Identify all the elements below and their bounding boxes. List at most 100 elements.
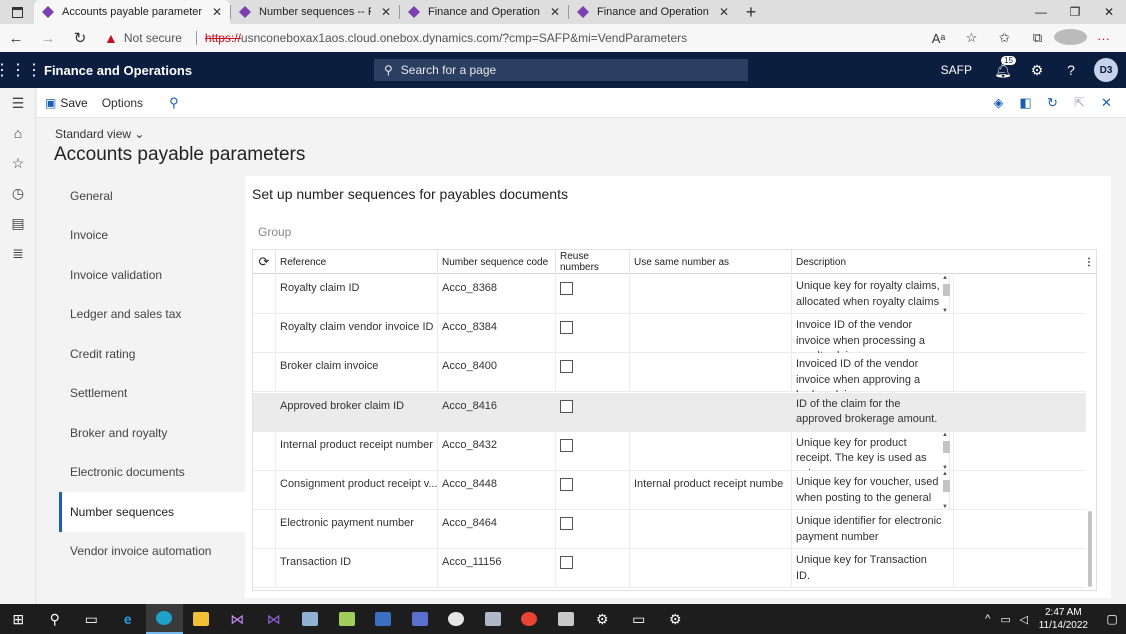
scroll-thumb[interactable] bbox=[943, 480, 950, 492]
maximize-icon[interactable]: ❐ bbox=[1058, 0, 1092, 24]
action-search-icon[interactable]: ⚲ bbox=[169, 95, 179, 111]
scroll-up-icon[interactable]: ▲ bbox=[942, 275, 948, 281]
cell-description[interactable]: ID of the claim for the approved brokera… bbox=[792, 392, 954, 432]
new-tab-button[interactable]: + bbox=[737, 0, 765, 24]
browser-tab[interactable]: Number sequences -- Finance ar ✕ bbox=[231, 0, 399, 24]
column-header-code[interactable]: Number sequence code bbox=[438, 250, 556, 274]
clock[interactable]: 2:47 AM 11/14/2022 bbox=[1039, 606, 1088, 632]
row-selector[interactable] bbox=[253, 275, 276, 314]
printer-icon[interactable] bbox=[548, 604, 585, 634]
cell-same-as[interactable] bbox=[630, 549, 792, 589]
task-view-icon[interactable]: ▭ bbox=[73, 604, 110, 634]
table-row[interactable]: Royalty claim vendor invoice ID Acco_8384… bbox=[253, 314, 1086, 354]
notifications-icon[interactable]: 🔔︎ 15 bbox=[986, 55, 1020, 79]
save-button[interactable]: ▣ Save bbox=[45, 96, 88, 110]
document-app-icon[interactable] bbox=[475, 604, 512, 634]
vtab-credit-rating[interactable]: Credit rating bbox=[59, 334, 245, 374]
cell-same-as[interactable] bbox=[630, 431, 792, 471]
clock-app-icon[interactable] bbox=[438, 604, 475, 634]
cell-reference[interactable]: Royalty claim ID bbox=[276, 275, 438, 314]
taskbar-search-icon[interactable]: ⚲ bbox=[37, 604, 74, 634]
reuse-numbers-checkbox[interactable] bbox=[560, 517, 573, 531]
company-picker[interactable]: SAFP bbox=[941, 63, 972, 77]
table-row[interactable]: Broker claim invoice Acco_8400 Invoiced ID… bbox=[253, 353, 1086, 393]
volume-icon[interactable]: ◁ bbox=[1015, 613, 1033, 626]
reuse-numbers-checkbox[interactable] bbox=[560, 438, 573, 452]
view-selector[interactable]: Standard view ⌄ bbox=[55, 127, 144, 141]
column-header-same-as[interactable]: Use same number as bbox=[630, 250, 792, 274]
close-window-icon[interactable]: ✕ bbox=[1092, 0, 1126, 24]
cell-sequence-code[interactable]: Acco_8432 bbox=[438, 431, 556, 471]
cell-sequence-code[interactable]: Acco_8448 bbox=[438, 471, 556, 510]
minimize-icon[interactable]: — bbox=[1024, 0, 1058, 24]
row-selector[interactable] bbox=[253, 431, 276, 471]
vtab-settlement[interactable]: Settlement bbox=[59, 374, 245, 414]
column-header-reuse[interactable]: Reuse numbers bbox=[556, 250, 630, 274]
notepad-icon[interactable] bbox=[329, 604, 366, 634]
cell-sequence-code[interactable]: Acco_8464 bbox=[438, 510, 556, 550]
cell-description[interactable]: Unique identifier for electronic payment… bbox=[792, 510, 954, 550]
reuse-numbers-checkbox[interactable] bbox=[560, 556, 573, 570]
tray-chevron-icon[interactable]: ^ bbox=[979, 613, 997, 625]
cell-reference[interactable]: Electronic payment number bbox=[276, 510, 438, 550]
cell-same-as[interactable] bbox=[630, 314, 792, 354]
terminal-icon[interactable] bbox=[365, 604, 402, 634]
cell-same-as[interactable]: Internal product receipt numbe bbox=[630, 471, 792, 510]
cell-description[interactable]: Invoiced ID of the vendor invoice when a… bbox=[792, 353, 954, 393]
options-button[interactable]: Options bbox=[102, 96, 143, 110]
refresh-page-icon[interactable]: ↻ bbox=[1039, 95, 1066, 111]
workspaces-icon[interactable]: ▤ bbox=[0, 208, 36, 238]
app-launcher-icon[interactable]: ⋮⋮⋮ bbox=[0, 52, 42, 88]
table-row[interactable]: Consignment product receipt v... Acco_844… bbox=[253, 471, 1086, 510]
scroll-up-icon[interactable]: ▲ bbox=[942, 471, 948, 477]
vtab-invoice[interactable]: Invoice bbox=[59, 216, 245, 256]
table-row[interactable]: Approved broker claim ID Acco_8416 ID of t… bbox=[253, 392, 1086, 432]
scroll-down-icon[interactable]: ▼ bbox=[942, 504, 948, 510]
cell-sequence-code[interactable]: Acco_11156 bbox=[438, 549, 556, 589]
powershell-icon[interactable] bbox=[292, 604, 329, 634]
remote-icon[interactable] bbox=[402, 604, 439, 634]
cell-reference[interactable]: Internal product receipt number bbox=[276, 431, 438, 471]
table-row[interactable]: Internal product receipt number Acco_8432… bbox=[253, 431, 1086, 471]
reuse-numbers-checkbox[interactable] bbox=[560, 478, 573, 491]
cell-scrollbar[interactable]: ▲ ▼ bbox=[942, 431, 950, 471]
close-page-icon[interactable]: ✕ bbox=[1093, 95, 1120, 111]
network-icon[interactable]: ▭ bbox=[997, 613, 1015, 626]
reuse-numbers-checkbox[interactable] bbox=[560, 321, 573, 335]
back-icon[interactable]: ← bbox=[0, 24, 32, 52]
browser-tab[interactable]: Accounts payable parameters -- ✕ bbox=[34, 0, 230, 24]
browser-tab[interactable]: Finance and Operations ✕ bbox=[400, 0, 568, 24]
notification-center-icon[interactable]: ▢ bbox=[1098, 612, 1126, 626]
vtab-broker-and-royalty[interactable]: Broker and royalty bbox=[59, 413, 245, 453]
office-icon[interactable]: ◧ bbox=[1012, 95, 1039, 111]
cell-same-as[interactable] bbox=[630, 275, 792, 314]
vtab-electronic-documents[interactable]: Electronic documents bbox=[59, 453, 245, 493]
hamburger-menu-icon[interactable]: ☰ bbox=[0, 88, 36, 118]
settings-gear-icon[interactable]: ⚙ bbox=[1020, 62, 1054, 79]
cell-same-as[interactable] bbox=[630, 353, 792, 393]
scroll-down-icon[interactable]: ▼ bbox=[942, 308, 948, 314]
row-selector[interactable] bbox=[253, 392, 276, 432]
home-icon[interactable]: ⌂ bbox=[0, 118, 36, 148]
row-selector[interactable] bbox=[253, 471, 276, 510]
grid-options-icon[interactable]: ⋮ bbox=[1082, 250, 1096, 274]
reuse-numbers-checkbox[interactable] bbox=[560, 360, 573, 374]
cell-description[interactable]: Unique key for royalty claims, allocated… bbox=[792, 275, 954, 314]
close-tab-icon[interactable]: ✕ bbox=[550, 5, 560, 19]
cell-reference[interactable]: Consignment product receipt v... bbox=[276, 471, 438, 510]
modules-list-icon[interactable]: ≣ bbox=[0, 238, 36, 268]
scroll-up-icon[interactable]: ▲ bbox=[942, 432, 948, 438]
row-selector[interactable] bbox=[253, 549, 276, 589]
cell-sequence-code[interactable]: Acco_8368 bbox=[438, 275, 556, 314]
table-row[interactable]: Electronic payment number Acco_8464 Unique… bbox=[253, 510, 1086, 550]
cell-same-as[interactable] bbox=[630, 510, 792, 550]
search-input[interactable]: ⚲ Search for a page bbox=[374, 59, 748, 81]
vtab-number-sequences[interactable]: Number sequences bbox=[59, 492, 245, 532]
forward-icon[interactable]: → bbox=[32, 24, 64, 52]
reuse-numbers-checkbox[interactable] bbox=[560, 282, 573, 295]
vtab-ledger-and-sales-tax[interactable]: Ledger and sales tax bbox=[59, 295, 245, 335]
visual-studio-icon[interactable]: ⋈ bbox=[219, 604, 256, 634]
cell-scrollbar[interactable]: ▲ ▼ bbox=[942, 471, 950, 510]
vtab-vendor-invoice-automation[interactable]: Vendor invoice automation bbox=[59, 532, 245, 572]
cell-scrollbar[interactable]: ▲ ▼ bbox=[942, 275, 950, 314]
